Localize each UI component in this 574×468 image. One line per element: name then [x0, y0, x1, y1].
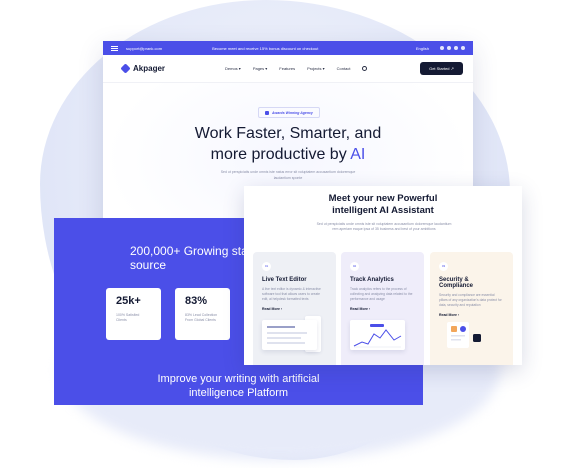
security-graphic — [447, 322, 481, 348]
feature-desc: Track analytics refers to the process of… — [350, 287, 413, 301]
security-illustration — [439, 320, 494, 350]
assistant-title-line1: Meet your new Powerful — [328, 193, 438, 204]
assistant-title: Meet your new Powerful intelligent AI As… — [244, 193, 522, 217]
feature-title: Security & Compliance — [439, 277, 474, 289]
logo-icon — [120, 63, 131, 74]
hero-headline: Work Faster, Smarter, and more productiv… — [103, 123, 473, 165]
editor-illustration — [262, 320, 317, 350]
read-more-link[interactable]: Read More › — [439, 313, 504, 317]
feature-title: Track Analytics — [350, 277, 394, 283]
stat-value: 83% — [185, 295, 208, 307]
nav-item-contact[interactable]: Contact — [337, 66, 351, 71]
youtube-icon[interactable] — [461, 46, 465, 50]
main-nav: Akpager Demos ▾ Pages ▾ Features Project… — [103, 55, 473, 83]
linkedin-icon[interactable] — [454, 46, 458, 50]
stats-footer-line2: intelligence Platform — [188, 387, 289, 399]
language-selector[interactable]: English — [416, 46, 429, 51]
ai-assistant-section: Meet your new Powerful intelligent AI As… — [244, 186, 522, 365]
facebook-icon[interactable] — [440, 46, 444, 50]
read-more-link[interactable]: Read More › — [262, 307, 327, 311]
twitter-icon[interactable] — [447, 46, 451, 50]
stat-label: 100% Satisfied Clients — [116, 313, 140, 322]
feature-card-security[interactable]: 03 Security & Compliance Security and co… — [430, 252, 513, 365]
brand-name: Akpager — [133, 64, 166, 73]
search-icon[interactable] — [362, 66, 368, 71]
stat-card: 83% 83% Lead Collection From Global Clie… — [175, 288, 230, 340]
feature-card-text-editor[interactable]: 01 Live Text Editor A live text editor i… — [253, 252, 336, 365]
line-chart-graphic — [353, 324, 402, 348]
headline-line2: more productive by — [210, 146, 351, 163]
feature-title: Live Text Editor — [262, 277, 307, 283]
stats-footer-line1: Improve your writing with artificial — [157, 373, 320, 385]
feature-number: 01 — [262, 262, 271, 271]
feature-desc: A live text editor is dynamic & interact… — [262, 287, 321, 301]
nav-item-demos[interactable]: Demos ▾ — [225, 66, 241, 71]
top-bar: support@prank.com Become meet and receiv… — [103, 41, 473, 55]
promo-text: Become meet and receive 15% bonus discou… — [212, 45, 319, 51]
feature-number: 02 — [350, 262, 359, 271]
get-started-button[interactable]: Get Started ↗ — [420, 62, 463, 75]
feature-number: 03 — [439, 262, 448, 271]
stat-card: 25k+ 100% Satisfied Clients — [106, 288, 161, 340]
feature-card-analytics[interactable]: 02 Track Analytics Track analytics refer… — [341, 252, 424, 365]
assistant-subtext: Sed ut perspiciatis unde omnis iste sit … — [316, 222, 452, 231]
headline-accent: AI — [350, 146, 366, 163]
analytics-illustration — [350, 320, 405, 350]
headline-line1: Work Faster, Smarter, and — [194, 125, 382, 142]
read-more-link[interactable]: Read More › — [350, 307, 415, 311]
nav-item-pages[interactable]: Pages ▾ — [253, 66, 267, 71]
nav-item-features[interactable]: Features — [279, 66, 295, 71]
menu-icon[interactable] — [111, 45, 118, 51]
stat-label: 83% Lead Collection From Global Clients — [185, 313, 218, 322]
nav-item-projects[interactable]: Projects ▾ — [307, 66, 325, 71]
assistant-title-line2: intelligent AI Assistant — [332, 205, 434, 216]
stats-footer: Improve your writing with artificial int… — [54, 372, 423, 400]
hero-subtext: Sed ut perspiciatis unde omnis iste natu… — [220, 170, 356, 180]
award-badge: Awards Winning Agency — [258, 107, 320, 118]
feature-desc: Security and compliance are essential pi… — [439, 293, 502, 307]
nav-menu: Demos ▾ Pages ▾ Features Projects ▾ Cont… — [225, 66, 350, 71]
support-email[interactable]: support@prank.com — [126, 46, 162, 51]
brand-logo[interactable]: Akpager — [120, 63, 166, 74]
stat-value: 25k+ — [116, 295, 141, 307]
